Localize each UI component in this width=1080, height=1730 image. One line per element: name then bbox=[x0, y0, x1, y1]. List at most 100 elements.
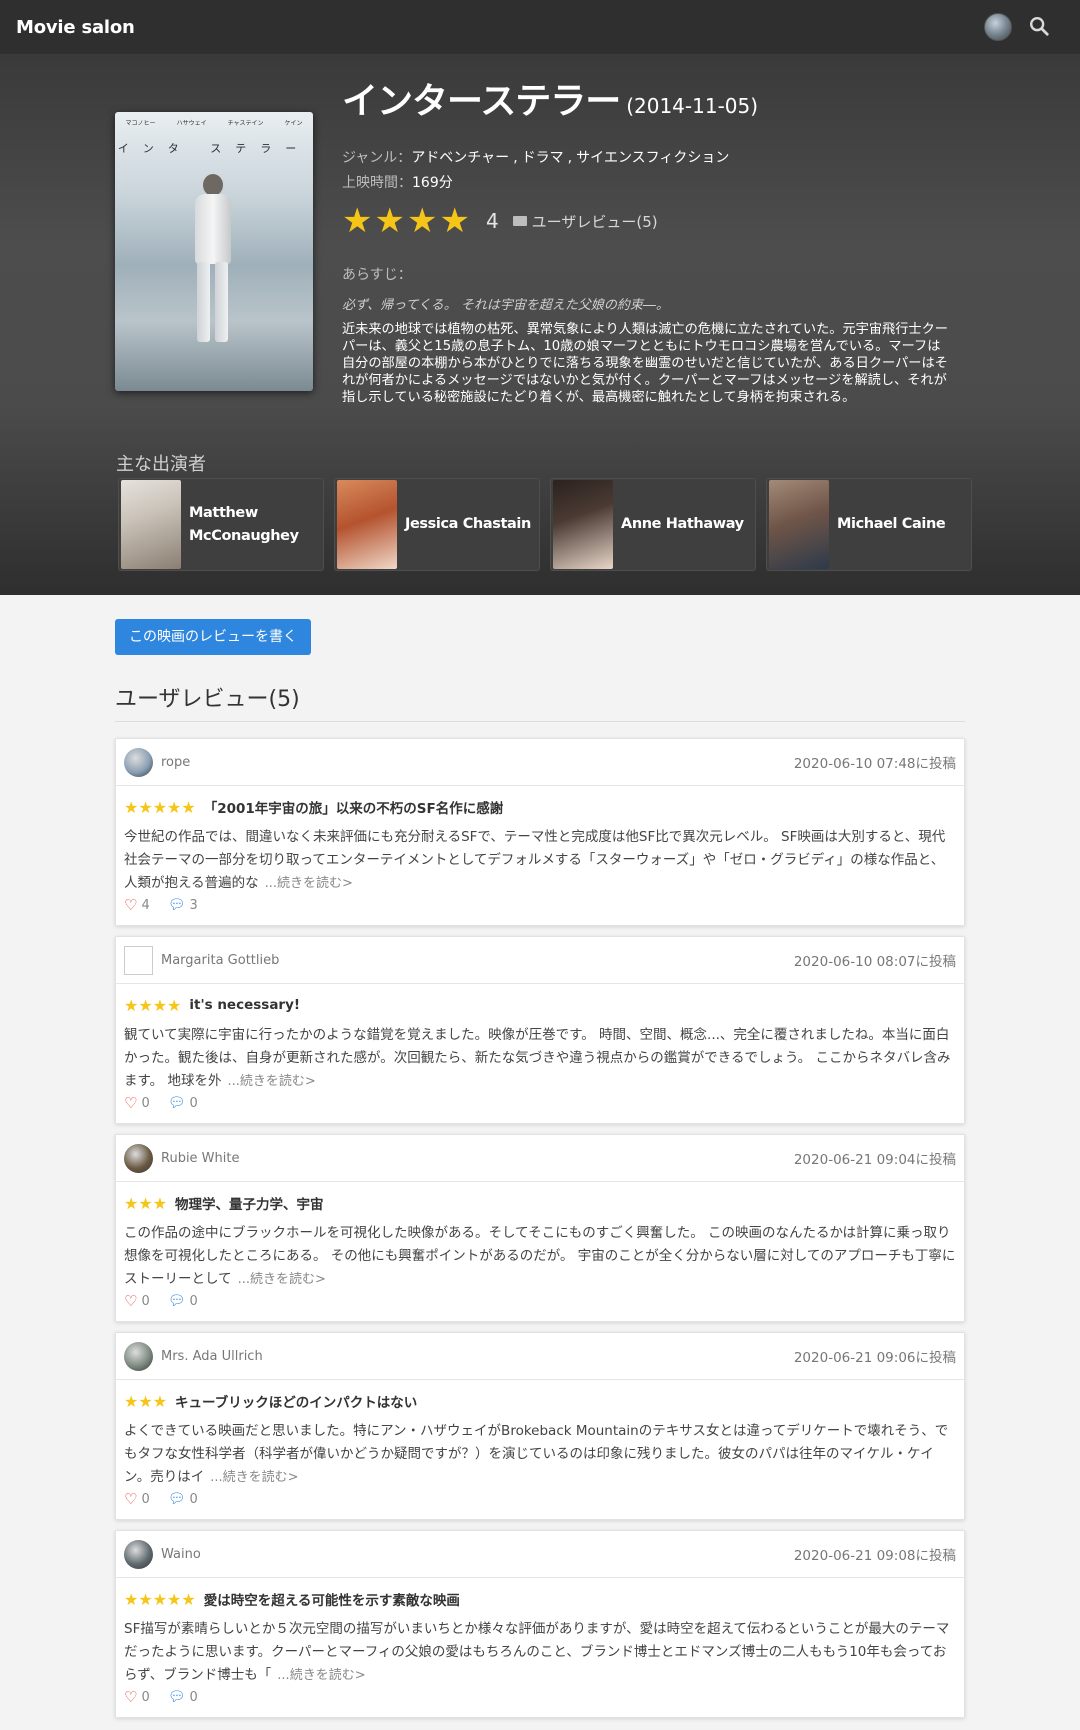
search-icon[interactable] bbox=[1028, 15, 1052, 39]
poster-credit: マコノヒー bbox=[125, 120, 156, 127]
review-date: 2020-06-21 09:04に投稿 bbox=[793, 1152, 956, 1168]
review-title: it's necessary! bbox=[189, 997, 301, 1013]
like-button[interactable]: ♡ 0 bbox=[124, 1094, 150, 1112]
review-title: 「2001年宇宙の旅」以来の不朽のSF名作に感謝 bbox=[203, 801, 504, 817]
comment-icon: 💬︎ bbox=[167, 897, 186, 913]
comment-icon: 💬︎ bbox=[167, 1689, 186, 1705]
like-button[interactable]: ♡ 0 bbox=[124, 1490, 150, 1508]
cast-photo bbox=[337, 480, 397, 569]
star-icon: ★ bbox=[152, 1391, 168, 1411]
review-card: Waino 2020-06-21 09:08に投稿 ★ ★ ★ ★ ★ 愛は時空を超える可能性… bbox=[115, 1530, 965, 1718]
review-header: Mrs. Ada Ullrich 2020-06-21 09:06に投稿 bbox=[116, 1333, 964, 1380]
genre-tag[interactable]: ドラマ bbox=[522, 150, 564, 166]
like-button[interactable]: ♡ 0 bbox=[124, 1688, 150, 1706]
reviewer-name[interactable]: Rubie White bbox=[161, 1151, 239, 1166]
review-stars: ★ ★ ★ ★ bbox=[124, 996, 181, 1015]
poster-credits: マコノヒー ハサウェイ チャステイン ケイン bbox=[115, 118, 313, 127]
comment-button[interactable]: 💬︎ 0 bbox=[168, 1095, 198, 1111]
rating-row: ★ ★ ★ ★ 4 ユーザレビュー(5) bbox=[342, 204, 952, 238]
comment-button[interactable]: 💬︎ 0 bbox=[168, 1491, 198, 1507]
review-title-row: ★ ★ ★ ★ ★ 「2001年宇宙の旅」以来の不朽のSF名作に感謝 bbox=[124, 796, 956, 818]
star-icon: ★ bbox=[406, 201, 438, 241]
genre-tag[interactable]: サイエンスフィクション bbox=[576, 150, 729, 166]
comment-icon: 💬︎ bbox=[167, 1095, 186, 1111]
star-icon: ★ bbox=[138, 1391, 153, 1411]
star-icon: ★ bbox=[152, 1589, 168, 1609]
star-icon: ★ bbox=[152, 797, 168, 817]
user-avatar[interactable] bbox=[984, 13, 1012, 41]
review-text: この作品の途中にブラックホールを可視化した映像がある。そしてそこにものすごく興奮… bbox=[124, 1222, 956, 1291]
review-date: 2020-06-21 09:08に投稿 bbox=[793, 1548, 956, 1564]
cast-photo bbox=[121, 480, 181, 569]
reviewer-avatar[interactable] bbox=[124, 747, 153, 777]
cast-card[interactable]: Michael Caine bbox=[766, 478, 972, 571]
comment-count: 3 bbox=[189, 897, 198, 913]
brand-logo[interactable]: Movie salon bbox=[16, 17, 135, 38]
reviewer-avatar[interactable] bbox=[124, 1143, 153, 1173]
review-list: rope 2020-06-10 07:48に投稿 ★ ★ ★ ★ ★ 「2001年宇宙の旅」以… bbox=[115, 738, 965, 1718]
review-excerpt: 今世紀の作品では、間違いなく未来評価にも充分耐えるSFで、テーマ性と完成度は他S… bbox=[124, 829, 946, 891]
like-button[interactable]: ♡ 4 bbox=[124, 896, 150, 914]
review-header: rope 2020-06-10 07:48に投稿 bbox=[116, 739, 964, 786]
review-title: 愛は時空を超える可能性を示す素敵な映画 bbox=[203, 1593, 460, 1609]
comment-button[interactable]: 💬︎ 3 bbox=[168, 897, 198, 913]
reviewer-avatar[interactable] bbox=[124, 945, 153, 975]
star-icon: ★ bbox=[138, 995, 153, 1015]
review-body: ★ ★ ★ 物理学、量子力学、宇宙 この作品の途中にブラックホールを可視化した映像がある… bbox=[116, 1182, 964, 1321]
read-more-link[interactable]: ...続きを読む> bbox=[227, 1074, 315, 1089]
star-icon: ★ bbox=[138, 1589, 153, 1609]
reviewer-avatar[interactable] bbox=[124, 1539, 153, 1569]
read-more-link[interactable]: ...続きを読む> bbox=[265, 876, 353, 891]
like-button[interactable]: ♡ 0 bbox=[124, 1292, 150, 1310]
tagline: 必ず、帰ってくる。 それは宇宙を超えた父娘の約束―。 bbox=[342, 298, 669, 313]
comment-button[interactable]: 💬︎ 0 bbox=[168, 1689, 198, 1705]
review-body: ★ ★ ★ キューブリックほどのインパクトはない よくできている映画だと思いました。特に… bbox=[116, 1380, 964, 1519]
reviewer-name[interactable]: Margarita Gottlieb bbox=[161, 953, 279, 968]
reviewer-name[interactable]: Waino bbox=[161, 1547, 201, 1562]
read-more-link[interactable]: ...続きを読む> bbox=[238, 1272, 326, 1287]
read-more-link[interactable]: ...続きを読む> bbox=[277, 1668, 365, 1683]
cast-name: Matthew McConaughey bbox=[189, 504, 299, 544]
reviewer-name[interactable]: rope bbox=[161, 755, 190, 770]
cast-card[interactable]: Jessica Chastain bbox=[334, 478, 540, 571]
review-title: 物理学、量子力学、宇宙 bbox=[175, 1197, 324, 1213]
cast-name: Jessica Chastain bbox=[405, 516, 531, 532]
review-card: Margarita Gottlieb 2020-06-10 08:07に投稿 ★ ★ ★… bbox=[115, 936, 965, 1124]
star-icon: ★ bbox=[124, 1589, 139, 1609]
cast-list: Matthew McConaughey Jessica Chastain Anne… bbox=[118, 478, 972, 571]
star-icon: ★ bbox=[124, 995, 139, 1015]
comment-button[interactable]: 💬︎ 0 bbox=[168, 1293, 198, 1309]
review-card: rope 2020-06-10 07:48に投稿 ★ ★ ★ ★ ★ 「2001年宇宙の旅」以… bbox=[115, 738, 965, 926]
comment-icon: 💬︎ bbox=[167, 1293, 186, 1309]
review-actions: ♡ 0 💬︎ 0 bbox=[124, 1291, 956, 1311]
like-count: 0 bbox=[141, 1689, 150, 1705]
star-icon: ★ bbox=[152, 1193, 168, 1213]
runtime-value: 169分 bbox=[412, 175, 453, 191]
like-count: 4 bbox=[141, 897, 150, 913]
read-more-link[interactable]: ...続きを読む> bbox=[210, 1470, 298, 1485]
reviewer-avatar[interactable] bbox=[124, 1341, 153, 1371]
cast-card[interactable]: Matthew McConaughey bbox=[118, 478, 324, 571]
review-title-row: ★ ★ ★ キューブリックほどのインパクトはない bbox=[124, 1390, 956, 1412]
reviewer-name[interactable]: Mrs. Ada Ullrich bbox=[161, 1349, 263, 1364]
genre-tag[interactable]: アドベンチャー bbox=[411, 150, 509, 166]
review-date: 2020-06-10 07:48に投稿 bbox=[793, 756, 956, 772]
review-stars: ★ ★ ★ ★ ★ bbox=[124, 798, 196, 817]
heart-icon: ♡ bbox=[124, 896, 138, 914]
review-card: Rubie White 2020-06-21 09:04に投稿 ★ ★ ★ 物理学、量子力… bbox=[115, 1134, 965, 1322]
navbar-actions bbox=[984, 13, 1052, 41]
star-icon: ★ bbox=[181, 797, 196, 817]
star-icon: ★ bbox=[138, 797, 153, 817]
review-actions: ♡ 4 💬︎ 3 bbox=[124, 895, 956, 915]
user-reviews-link[interactable]: ユーザレビュー(5) bbox=[512, 211, 658, 232]
cast-card[interactable]: Anne Hathaway bbox=[550, 478, 756, 571]
heart-icon: ♡ bbox=[124, 1094, 138, 1112]
star-icon: ★ bbox=[152, 995, 168, 1015]
star-icon: ★ bbox=[374, 201, 405, 241]
heart-icon: ♡ bbox=[124, 1688, 138, 1706]
write-review-button[interactable]: この映画のレビューを書く bbox=[115, 619, 311, 655]
title-row: インターステラー (2014-11-05) bbox=[342, 72, 952, 124]
comment-count: 0 bbox=[189, 1293, 198, 1309]
comment-icon: 💬︎ bbox=[167, 1491, 186, 1507]
navbar: Movie salon bbox=[0, 0, 1080, 54]
